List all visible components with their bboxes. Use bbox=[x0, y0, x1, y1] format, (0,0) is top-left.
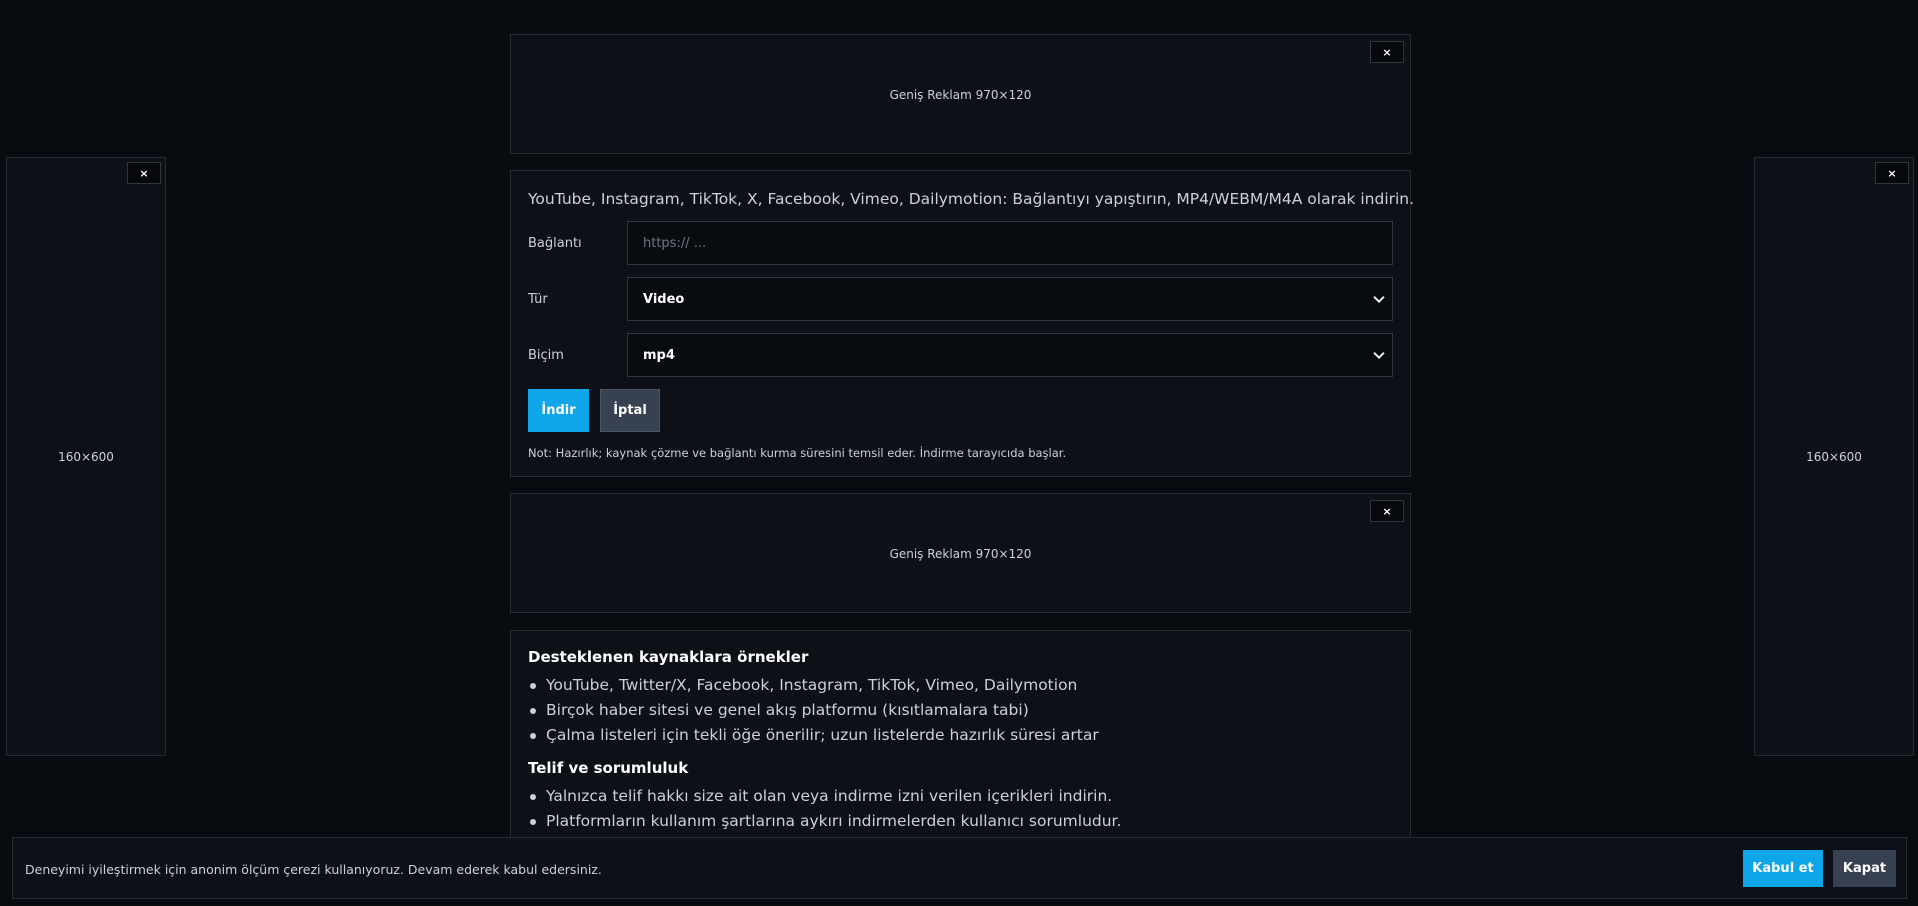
list-item: Platformların kullanım şartlarına aykırı… bbox=[528, 809, 1121, 834]
side-ad-left: × 160×600 bbox=[6, 157, 166, 756]
close-ad-button[interactable]: × bbox=[127, 162, 161, 184]
info-section: Desteklenen kaynaklara örnekler YouTube,… bbox=[510, 630, 1411, 860]
banner-ad-top: × Geniş Reklam 970×120 bbox=[510, 34, 1411, 154]
close-icon: × bbox=[1382, 45, 1392, 59]
type-label: Tür bbox=[528, 292, 548, 307]
close-icon: × bbox=[1887, 166, 1897, 180]
list-item: Çalma listeleri için tekli öğe önerilir;… bbox=[528, 723, 1099, 748]
list-item: YouTube, Twitter/X, Facebook, Instagram,… bbox=[528, 673, 1099, 698]
chevron-down-icon bbox=[1373, 291, 1385, 304]
ad-size-label: Geniş Reklam 970×120 bbox=[889, 547, 1032, 561]
close-ad-button[interactable]: × bbox=[1370, 500, 1404, 522]
close-icon: × bbox=[1382, 504, 1392, 518]
close-ad-button[interactable]: × bbox=[1370, 41, 1404, 63]
download-button[interactable]: İndir bbox=[528, 389, 589, 432]
link-input[interactable]: https:// ... bbox=[627, 221, 1393, 265]
link-label: Bağlantı bbox=[528, 236, 582, 251]
ad-size-label: Geniş Reklam 970×120 bbox=[889, 88, 1032, 102]
copyright-list: Yalnızca telif hakkı size ait olan veya … bbox=[528, 784, 1121, 834]
link-placeholder: https:// ... bbox=[643, 235, 707, 251]
accept-cookies-button[interactable]: Kabul et bbox=[1743, 850, 1823, 887]
list-item: Birçok haber sitesi ve genel akış platfo… bbox=[528, 698, 1099, 723]
side-ad-right: × 160×600 bbox=[1754, 157, 1914, 756]
download-form: YouTube, Instagram, TikTok, X, Facebook,… bbox=[510, 170, 1415, 477]
chevron-down-icon bbox=[1373, 347, 1385, 360]
cancel-button[interactable]: İptal bbox=[600, 389, 660, 432]
close-icon: × bbox=[139, 166, 149, 180]
format-value: mp4 bbox=[643, 347, 675, 363]
banner-ad-middle: × Geniş Reklam 970×120 bbox=[510, 493, 1411, 613]
list-item: Yalnızca telif hakkı size ait olan veya … bbox=[528, 784, 1121, 809]
cookie-banner: Deneyimi iyileştirmek için anonim ölçüm … bbox=[12, 837, 1907, 899]
supported-sources-title: Desteklenen kaynaklara örnekler bbox=[528, 648, 809, 666]
form-note: Not: Hazırlık; kaynak çözme ve bağlantı … bbox=[528, 446, 1067, 460]
form-headline: YouTube, Instagram, TikTok, X, Facebook,… bbox=[528, 190, 1415, 208]
type-select[interactable]: Video bbox=[627, 277, 1393, 321]
type-value: Video bbox=[643, 291, 685, 307]
close-ad-button[interactable]: × bbox=[1875, 162, 1909, 184]
close-cookie-button[interactable]: Kapat bbox=[1833, 850, 1896, 887]
cookie-message: Deneyimi iyileştirmek için anonim ölçüm … bbox=[25, 862, 602, 877]
supported-sources-list: YouTube, Twitter/X, Facebook, Instagram,… bbox=[528, 673, 1099, 748]
format-label: Biçim bbox=[528, 348, 564, 363]
ad-size-label: 160×600 bbox=[1806, 450, 1862, 464]
format-select[interactable]: mp4 bbox=[627, 333, 1393, 377]
ad-size-label: 160×600 bbox=[58, 450, 114, 464]
copyright-title: Telif ve sorumluluk bbox=[528, 759, 689, 777]
